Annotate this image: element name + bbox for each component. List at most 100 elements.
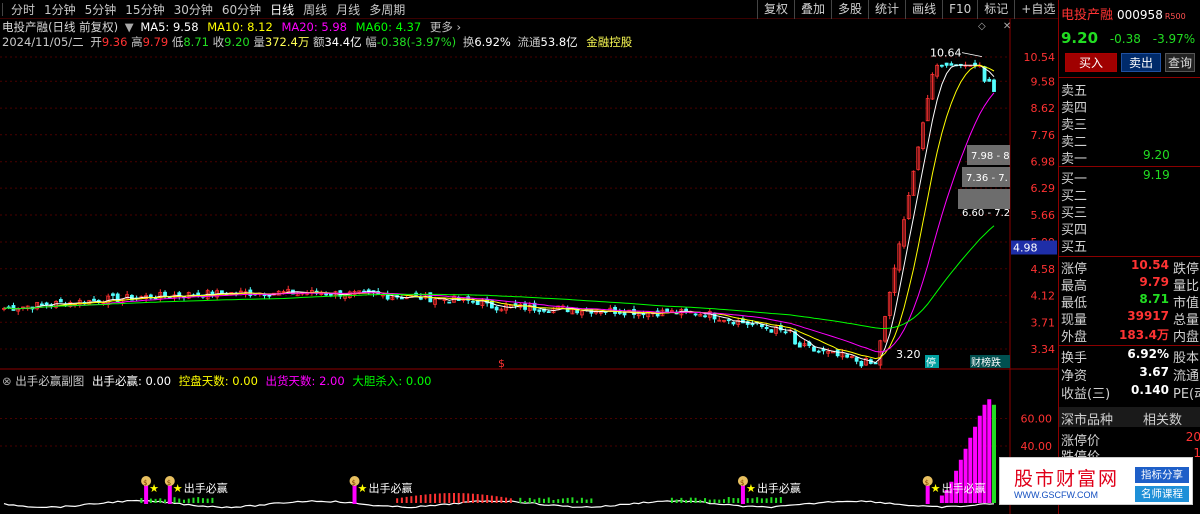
close-value: 9.20	[224, 35, 250, 49]
dropdown-arrow-icon[interactable]: ▼	[125, 20, 134, 34]
price-axis-label: 4.12	[1031, 290, 1056, 303]
last-price: 9.20	[1061, 29, 1099, 47]
indicator-item-1-label: 出手必赢	[91, 374, 138, 388]
indicator-bar-signal	[987, 399, 992, 503]
indicator-bar	[566, 497, 569, 503]
toolbar-button-3[interactable]: 统计	[868, 0, 905, 19]
indicator-bar	[760, 498, 763, 503]
toolbar-button-6[interactable]: 标记	[977, 0, 1014, 19]
toolbar-button-4[interactable]: 画线	[905, 0, 942, 19]
sell-level-row[interactable]: 卖三	[1061, 114, 1200, 133]
indicator-bar	[779, 497, 782, 503]
period-tab-1[interactable]: 1分钟	[40, 1, 81, 18]
period-tab-0[interactable]: 分时	[7, 1, 40, 18]
ma60-line	[3, 225, 995, 330]
indicator-bar	[164, 499, 167, 503]
tab-related-data[interactable]: 相关数	[1143, 409, 1182, 428]
diamond-icon[interactable]: ◇	[978, 21, 986, 32]
toolbar-button-1[interactable]: 叠加	[794, 0, 831, 19]
cross-icon[interactable]: ✕	[1003, 21, 1011, 32]
buy-level-row[interactable]: 买一 9.19	[1061, 168, 1200, 187]
indicator-bar	[159, 498, 162, 503]
candle-body	[447, 301, 452, 304]
stat-label-secondary: 内盘	[1173, 330, 1200, 345]
query-button[interactable]: 查询	[1165, 53, 1195, 72]
indicator-bar	[448, 493, 451, 503]
concept-label[interactable]: 金融控股	[586, 35, 632, 49]
indicator-bar	[173, 497, 176, 503]
candle-body	[684, 308, 689, 312]
indicator-bar	[424, 494, 427, 503]
period-tab-9[interactable]: 多周期	[365, 1, 410, 18]
buy-level-row[interactable]: 买二	[1061, 185, 1200, 204]
indicator-bar	[732, 498, 735, 503]
period-tab-4[interactable]: 30分钟	[170, 1, 218, 18]
buy-level-row[interactable]: 买三	[1061, 202, 1200, 221]
report-marker: 财榜跌	[971, 356, 1001, 369]
ma20-label: MA20: 5.98	[281, 20, 347, 34]
indicator-bar	[694, 497, 697, 503]
period-tab-3[interactable]: 15分钟	[121, 1, 169, 18]
indicator-bar	[675, 499, 678, 503]
price-change: -0.38	[1109, 32, 1141, 46]
indicator-bar	[178, 498, 181, 503]
buy-level-row[interactable]: 买四	[1061, 219, 1200, 238]
candle-body	[944, 62, 949, 66]
chevron-right-icon[interactable]: ›	[457, 20, 462, 34]
high-annotation-line	[961, 52, 983, 57]
sell-level-row[interactable]: 卖二	[1061, 131, 1200, 150]
money-bag-symbol: $	[740, 479, 744, 487]
indicator-close-icon[interactable]: ⊗	[2, 374, 12, 388]
toolbar-button-7[interactable]: +自选	[1014, 0, 1061, 19]
buy-button[interactable]: 买入	[1065, 53, 1117, 72]
change-label: 幅	[365, 35, 377, 49]
panel-header: 电投产融 000958 R500	[1061, 4, 1186, 23]
kline-chart-svg[interactable]: 10.549.588.627.766.986.295.665.094.584.1…	[0, 19, 1058, 514]
indicator-name[interactable]: 出手必赢副图	[15, 374, 84, 388]
stat-row: 现量 39917 总量	[1061, 309, 1200, 328]
indicator-axis-label: 60.00	[1021, 413, 1053, 426]
indicator-bar	[154, 498, 157, 503]
chart-corner-icons[interactable]: ◇ ✕	[978, 21, 1011, 32]
amount-value: 34.4亿	[324, 35, 362, 49]
star-icon: ★	[746, 482, 756, 495]
low-value: 8.71	[183, 35, 209, 49]
more-link[interactable]: 更多	[430, 20, 453, 34]
stat-value: 39917	[1127, 309, 1169, 323]
sell-level-row[interactable]: 卖五	[1061, 80, 1200, 99]
toolbar-button-0[interactable]: 复权	[757, 0, 794, 19]
stat-label-secondary: 流通	[1173, 369, 1200, 384]
indicator-bar	[746, 498, 749, 503]
change-value: -0.38(-3.97%)	[376, 35, 457, 49]
period-tab-8[interactable]: 月线	[332, 1, 365, 18]
period-tab-7[interactable]: 周线	[299, 1, 332, 18]
toolbar-button-2[interactable]: 多股	[831, 0, 868, 19]
kline-chart-area[interactable]: 10.549.588.627.766.986.295.665.094.584.1…	[0, 19, 1058, 514]
stat-row: 换手 6.92% 股本	[1061, 347, 1200, 366]
sell-level-row[interactable]: 卖四	[1061, 97, 1200, 116]
period-tab-2[interactable]: 5分钟	[81, 1, 122, 18]
money-bag-symbol: $	[352, 479, 356, 487]
indicator-item-2-label: 控盘天数	[178, 374, 225, 388]
indicator-bar	[756, 497, 759, 503]
indicator-bar	[457, 493, 460, 503]
indicator-bar	[410, 496, 413, 503]
indicator-item-3-label: 出货天数	[265, 374, 312, 388]
sell-level-row[interactable]: 卖一 9.20	[1061, 148, 1200, 167]
indicator-bar	[576, 500, 579, 503]
indicator-bar	[552, 500, 555, 503]
ma5-line	[3, 64, 995, 364]
buy-level-row[interactable]: 买五	[1061, 236, 1200, 255]
indicator-bar	[580, 497, 583, 503]
toolbar-button-5[interactable]: F10	[942, 0, 977, 19]
sell-button[interactable]: 卖出	[1121, 53, 1161, 72]
limit-up-marker: 停	[926, 356, 936, 369]
chip-label: 7.36 - 7.	[966, 173, 1008, 184]
candle-body	[703, 315, 707, 318]
period-tab-5[interactable]: 60分钟	[218, 1, 266, 18]
stat-value: 3.67	[1139, 365, 1169, 379]
indicator-bar	[471, 493, 474, 503]
period-tab-6[interactable]: 日线	[266, 1, 299, 18]
tab-shenzhen-products[interactable]: 深市品种	[1061, 409, 1113, 428]
stat-value: 10.54	[1131, 258, 1169, 272]
